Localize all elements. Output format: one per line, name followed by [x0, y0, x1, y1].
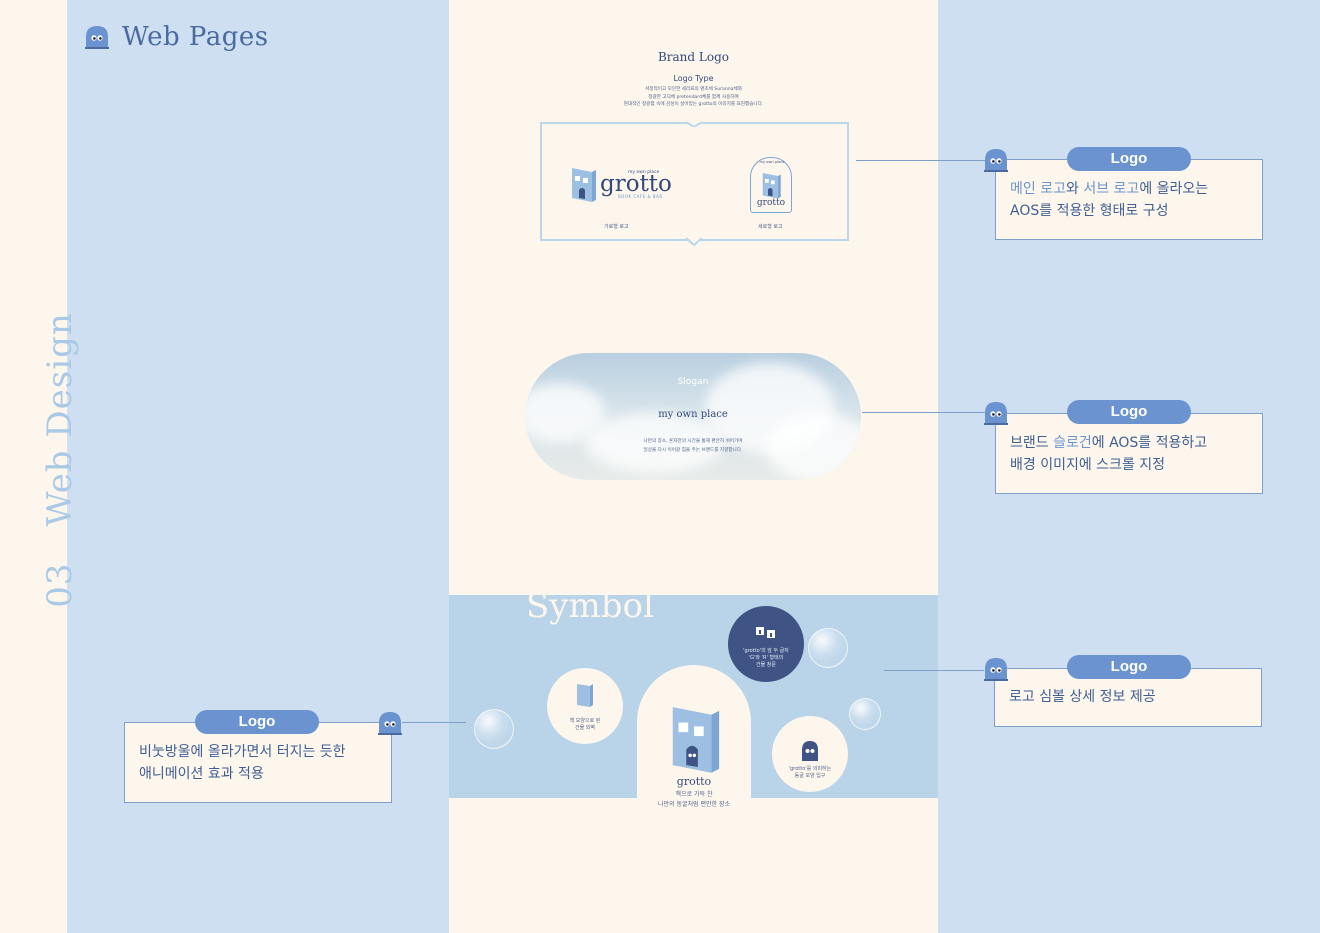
symbol-arch	[637, 665, 751, 810]
desc-line: 책 모양으로 된	[569, 718, 601, 724]
connector-line	[862, 412, 986, 413]
ghost-icon	[984, 149, 1008, 172]
text-part: 에 AOS를 적용하고	[1091, 435, 1208, 451]
ghost-icon	[84, 24, 110, 50]
symbol-title: Symbol	[526, 586, 654, 626]
callout-slogan: 브랜드 슬로건에 AOS를 적용하고배경 이미지에 스크롤 지정	[995, 413, 1263, 494]
text-part: AOS를 적용한 형태로 구성	[1010, 203, 1169, 219]
callout-text: 비눗방울에 올라가면서 터지는 듯한애니메이션 효과 적용	[139, 741, 346, 785]
logo-type-subtitle: Logo Type	[673, 74, 714, 83]
text-part: 배경 이미지에 스크롤 지정	[1010, 457, 1166, 473]
callout-label: Logo	[195, 710, 319, 734]
desc-line: 일상을 다시 이어갈 힘을 주는 브랜드를 지향합니다.	[643, 448, 743, 453]
callout-bubble: 비눗방울에 올라가면서 터지는 듯한애니메이션 효과 적용	[124, 722, 392, 803]
desc-line: 동굴 모양 입구	[794, 773, 826, 779]
cave-entrance-icon	[802, 741, 818, 761]
slogan-banner: Slogan my own place 나만의 장소, 혼자만의 시간을 통해 …	[525, 353, 861, 480]
desc-line: 건물 외벽	[575, 725, 595, 731]
frame-notch-top	[686, 121, 702, 127]
window-icon	[756, 627, 775, 638]
text-part: 비눗방울에 올라가면서 터지는 듯한	[139, 744, 346, 760]
logo-type-description: 서정적이고 모던한 세리프의 명조체 Suranna체와 정갈한 고딕체 pre…	[449, 86, 938, 109]
callout-main-sub-logo: 메인 로고와 서브 로고에 올라오는 AOS를 적용한 형태로 구성	[995, 159, 1263, 240]
bubble	[849, 698, 881, 730]
connector-line	[402, 722, 466, 723]
desc-line: 'grotto'의 앞 두 글자	[743, 648, 789, 654]
sub-logo-caption: 세로형 로고	[758, 224, 783, 230]
book-icon	[577, 684, 593, 707]
window-description: 'grotto'의 앞 두 글자 'G'와 'R' 형태의 건물 창문	[734, 648, 798, 669]
main-logo	[568, 164, 598, 208]
main-logo-caption: 가로형 로고	[604, 224, 629, 230]
cave-entrance-description: 'grotto'를 의미하는 동굴 모양 입구	[776, 766, 844, 780]
bubble	[474, 709, 514, 749]
desc-line: 현대적인 정갈함 속에 감성이 살아있는 grotto의 이미지를 표현했습니다…	[623, 102, 764, 107]
brand-logo-title: Brand Logo	[657, 50, 730, 64]
callout-text: 메인 로고와 서브 로고에 올라오는 AOS를 적용한 형태로 구성	[1010, 178, 1208, 222]
book-building-icon	[672, 707, 720, 773]
desc-line: 책으로 가득 찬	[675, 791, 713, 798]
main-logo-sub: BOOK CAFE & BAR	[618, 194, 663, 199]
slogan-description: 나만의 장소, 혼자만의 시간을 통해 편안히 쉬어가며 일상을 다시 이어갈 …	[525, 437, 861, 455]
text-part: 브랜드	[1010, 435, 1054, 451]
desc-line: 건물 창문	[756, 662, 776, 668]
book-wall-circle: 책 모양으로 된 건물 외벽	[547, 668, 623, 744]
callout-label: Logo	[1067, 400, 1191, 424]
ghost-icon	[984, 658, 1008, 681]
desc-line: 나만의 장소, 혼자만의 시간을 통해 편안히 쉬어가며	[643, 439, 743, 444]
desc-line: 'grotto'를 의미하는	[788, 766, 832, 772]
text-part: 와	[1065, 181, 1084, 197]
sub-logo-word: grotto	[756, 198, 786, 208]
bubble	[808, 628, 848, 668]
callout-text: 로고 심볼 상세 정보 제공	[1009, 689, 1156, 705]
slogan-label: Slogan	[677, 377, 709, 387]
highlight-text: 서브 로고	[1083, 181, 1140, 197]
slogan-main: my own place	[658, 409, 728, 420]
symbol-grotto-word: grotto	[676, 775, 712, 788]
connector-line	[856, 160, 986, 161]
callout-label: Logo	[1067, 147, 1191, 171]
sub-logo-tagline: my own place	[759, 160, 785, 164]
ghost-icon	[378, 712, 402, 735]
callout-text: 브랜드 슬로건에 AOS를 적용하고배경 이미지에 스크롤 지정	[1010, 432, 1207, 476]
desc-line: 'G'와 'R' 형태의	[748, 655, 784, 661]
connector-line	[884, 670, 984, 671]
callout-label: Logo	[1067, 655, 1191, 679]
book-wall-description: 책 모양으로 된 건물 외벽	[553, 718, 617, 732]
symbol-grotto-description: 책으로 가득 찬 나만의 동굴처럼 편안한 장소	[620, 790, 768, 810]
ghost-icon	[984, 402, 1008, 425]
text-part: 에 올라오는	[1139, 181, 1209, 197]
cave-entrance-circle: 'grotto'를 의미하는 동굴 모양 입구	[772, 716, 848, 792]
highlight-text: 슬로건	[1053, 435, 1092, 451]
desc-line: 정갈한 고딕체 pretendard체를 함께 사용하여	[648, 94, 739, 100]
side-number: 03	[40, 562, 80, 608]
text-part: 애니메이션 효과 적용	[139, 766, 264, 782]
desc-line: 서정적이고 모던한 세리프의 명조체 Suranna체와	[645, 87, 742, 92]
page-header: Web Pages	[84, 22, 269, 52]
side-title: 03 Web Design	[40, 260, 80, 660]
highlight-text: 메인 로고	[1010, 181, 1066, 197]
window-circle: 'grotto'의 앞 두 글자 'G'와 'R' 형태의 건물 창문	[728, 606, 804, 682]
book-building-icon	[572, 168, 596, 202]
side-title-text: Web Design	[40, 312, 80, 527]
frame-notch-bottom	[686, 237, 702, 247]
desc-line: 나만의 동굴처럼 편안한 장소	[658, 801, 730, 808]
book-building-icon	[762, 173, 781, 199]
page-title: Web Pages	[122, 22, 269, 52]
